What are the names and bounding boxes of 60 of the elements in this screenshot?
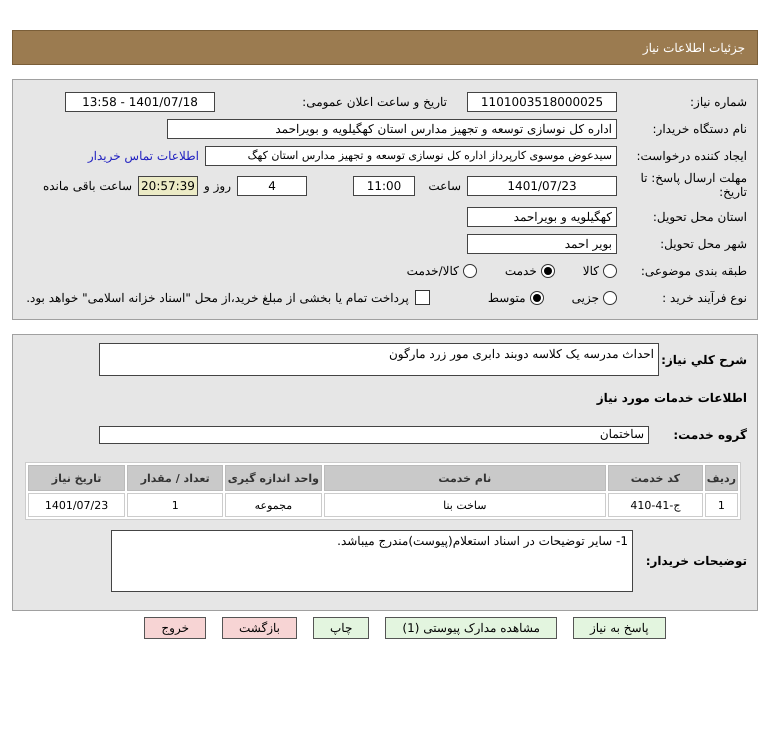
table-cell: مجموعه <box>225 493 322 517</box>
payment-label: پرداخت تمام یا بخشی از مبلغ خرید،از محل "اسناد خزانه اسلامی" خواهد بود. <box>26 290 409 304</box>
column-header: تعداد / مقدار <box>127 465 224 491</box>
action-button[interactable]: پاسخ به نیاز <box>572 617 666 639</box>
option-label: خدمت <box>504 264 537 278</box>
section-heading: اطلاعات خدمات مورد نیاز <box>596 390 747 404</box>
column-header: کد خدمت <box>608 465 703 491</box>
time-label: ساعت <box>427 179 461 193</box>
buyer-notes-box: 1- سایر توضیحات در اسناد استعلام(پیوست)مندرج میباشد. <box>111 530 633 592</box>
creator-field: سیدعوض موسوی کارپرداز اداره کل نوسازی توسعه و تجهیز مدارس استان کهگ <box>205 146 617 166</box>
column-header: تاریخ نیاز <box>28 465 126 491</box>
action-button[interactable]: خروج <box>144 617 206 639</box>
table-cell: 1 <box>704 493 738 517</box>
action-button[interactable]: مشاهده مدارک پیوستی (1) <box>385 617 557 639</box>
radio-button[interactable] <box>540 264 555 278</box>
column-header: ردیف <box>704 465 738 491</box>
field-label: تاریخ و ساعت اعلان عمومی: <box>301 94 448 108</box>
deadline-date-field: 1401/07/23 <box>467 176 617 196</box>
action-button[interactable]: بازگشت <box>222 617 297 639</box>
radio-button[interactable] <box>530 290 544 304</box>
announce-date-field: 1401/07/18 - 13:58 <box>65 92 215 112</box>
field-label: نوع فرآیند خرید : <box>661 290 747 304</box>
radio-button[interactable] <box>603 264 617 278</box>
remaining-time-field: 20:57:39 <box>138 176 198 196</box>
field-label: استان محل تحویل: <box>652 210 747 224</box>
option-label: کالا <box>582 264 599 278</box>
option-label: جزیی <box>572 290 599 304</box>
field-label: نام دستگاه خریدار: <box>652 122 747 136</box>
page-header: جزئیات اطلاعات نیاز <box>12 30 758 65</box>
buyer-field: اداره کل نوسازی توسعه و تجهیز مدارس استان کهگیلویه و بویراحمد <box>167 118 617 138</box>
field-label: مهلت ارسال پاسخ: تا تاریخ: <box>639 172 747 200</box>
need-number-field: 1101003518000025 <box>467 92 617 112</box>
days-label: روز و <box>204 179 231 193</box>
remaining-label: ساعت باقی مانده <box>42 179 132 193</box>
field-label: طبقه بندی موضوعی: <box>640 264 747 278</box>
table-cell: 1401/07/23 <box>28 493 126 517</box>
field-label: ایجاد کننده درخواست: <box>635 148 747 162</box>
column-header: واحد اندازه گیری <box>225 465 322 491</box>
province-field: کهگیلویه و بویراحمد <box>467 206 617 226</box>
radio-button[interactable] <box>462 264 477 278</box>
deadline-time-field: 11:00 <box>353 176 415 196</box>
table-cell: 1 <box>127 493 224 517</box>
table-cell: ج-41-410 <box>608 493 703 517</box>
column-header: نام خدمت <box>324 465 606 491</box>
option-label: کالا/خدمت <box>406 264 459 278</box>
table-cell: ساخت بنا <box>324 493 606 517</box>
description-box: احداث مدرسه یک کلاسه دوبند دابری مور زرد مارگون <box>99 343 659 376</box>
option-label: متوسط <box>488 290 526 304</box>
checkbox[interactable] <box>414 290 430 305</box>
field-label: شماره نیاز: <box>689 94 747 108</box>
field-label: گروه خدمت: <box>672 428 747 442</box>
city-field: بویر احمد <box>467 234 617 254</box>
radio-button[interactable] <box>603 290 617 304</box>
field-label: توضیحات خریدار: <box>644 554 747 568</box>
service-group-field: ساختمان <box>99 426 649 444</box>
buyer-contact-link[interactable]: اطلاعات تماس خریدار <box>88 148 199 162</box>
days-field: 4 <box>237 176 307 196</box>
field-label: شرح کلي نیاز: <box>665 352 747 367</box>
action-button[interactable]: چاپ <box>313 617 370 639</box>
field-label: شهر محل تحویل: <box>659 236 747 250</box>
